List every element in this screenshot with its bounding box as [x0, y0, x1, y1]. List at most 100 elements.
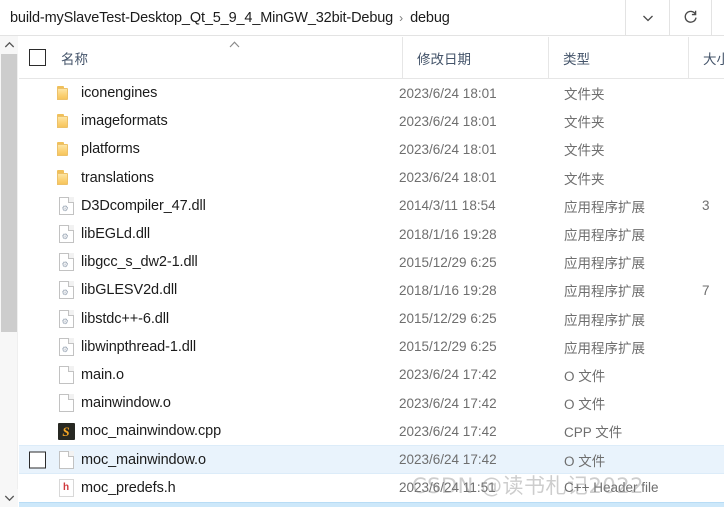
file-type: 应用程序扩展	[564, 256, 645, 272]
file-list[interactable]: iconengines 2023/6/24 18:01 文件夹 imageformat…	[19, 79, 724, 507]
file-date-modified: 2023/6/24 18:01	[399, 85, 497, 101]
column-header-type[interactable]: 类型	[548, 37, 688, 78]
file-date-modified: 2023/6/24 17:42	[399, 423, 497, 439]
file-row[interactable]: imageformats 2023/6/24 18:01 文件夹	[19, 107, 724, 135]
file-row[interactable]: platforms 2023/6/24 18:01 文件夹	[19, 135, 724, 163]
file-row[interactable]: h moc_predefs.h 2023/6/24 11:51 C++ Header …	[19, 474, 724, 502]
file-type: O 文件	[564, 368, 606, 384]
file-row[interactable]: iconengines 2023/6/24 18:01 文件夹	[19, 79, 724, 107]
file-type: CPP 文件	[564, 425, 623, 441]
file-name[interactable]: mainwindow.o	[81, 395, 399, 411]
generic-file-icon	[58, 365, 74, 384]
column-header-row: 名称 修改日期 类型 大小	[19, 37, 724, 79]
file-row[interactable]: ⚙ libstdc++-6.dll 2015/12/29 6:25 应用程序扩展	[19, 305, 724, 333]
file-type: 应用程序扩展	[564, 199, 645, 215]
file-type-icon	[56, 111, 76, 131]
file-row[interactable]: mainwindow.o 2023/6/24 17:42 O 文件	[19, 389, 724, 417]
breadcrumb[interactable]: build-mySlaveTest-Desktop_Qt_5_9_4_MinGW…	[0, 0, 626, 35]
file-name[interactable]: libEGLd.dll	[81, 226, 399, 242]
file-name[interactable]: D3Dcompiler_47.dll	[81, 198, 399, 214]
row-checkbox[interactable]	[29, 451, 46, 469]
file-row[interactable]: Smoc_mainwindow.cpp 2023/6/24 17:42 CPP 文件	[19, 417, 724, 445]
file-row[interactable]: ⚙ libwinpthread-1.dll 2015/12/29 6:25 应用程序扩…	[19, 333, 724, 361]
select-all-checkbox[interactable]	[29, 49, 46, 66]
file-name[interactable]: iconengines	[81, 85, 399, 101]
dll-file-icon: ⚙	[58, 253, 74, 272]
file-type: 应用程序扩展	[564, 340, 645, 356]
column-header-size[interactable]: 大小	[688, 37, 724, 78]
file-type-icon	[56, 365, 76, 385]
breadcrumb-separator-icon: ›	[399, 10, 404, 25]
file-name[interactable]: moc_mainwindow.cpp	[81, 423, 399, 439]
file-date-modified: 2014/3/11 18:54	[399, 198, 496, 214]
refresh-button[interactable]	[670, 0, 712, 35]
file-name[interactable]: libwinpthread-1.dll	[81, 339, 399, 355]
file-date-modified: 2023/6/24 18:01	[399, 170, 497, 186]
file-name[interactable]: imageformats	[81, 113, 399, 129]
file-type-icon: ⚙	[56, 309, 76, 329]
scroll-up-button[interactable]	[0, 36, 18, 54]
column-header-name-label: 名称	[61, 51, 88, 67]
file-type: 应用程序扩展	[564, 312, 645, 328]
scroll-down-button[interactable]	[0, 489, 18, 507]
file-type-icon: ⚙	[56, 196, 76, 216]
file-name[interactable]: libstdc++-6.dll	[81, 311, 399, 327]
dll-file-icon: ⚙	[58, 225, 74, 244]
breadcrumb-segment-folder[interactable]: build-mySlaveTest-Desktop_Qt_5_9_4_MinGW…	[10, 10, 393, 26]
file-size: 7	[702, 282, 710, 298]
sublime-text-icon: S	[57, 422, 75, 440]
file-type-icon: ⚙	[56, 224, 76, 244]
file-type-icon: ⚙	[56, 252, 76, 272]
file-name[interactable]: libGLESV2d.dll	[81, 282, 399, 298]
file-type-icon	[56, 83, 76, 103]
file-date-modified: 2015/12/29 6:25	[399, 311, 497, 327]
file-date-modified: 2023/6/24 18:01	[399, 113, 497, 129]
vertical-scrollbar[interactable]	[0, 36, 18, 507]
file-row[interactable]: ⚙ libgcc_s_dw2-1.dll 2015/12/29 6:25 应用程序扩展	[19, 248, 724, 276]
dll-file-icon: ⚙	[58, 281, 74, 300]
caret-up-icon	[229, 41, 240, 48]
file-name[interactable]: platforms	[81, 141, 399, 157]
file-type: 文件夹	[564, 87, 605, 103]
address-history-dropdown-button[interactable]	[626, 0, 670, 35]
file-date-modified: 2023/6/24 17:42	[399, 452, 497, 468]
generic-file-icon	[58, 450, 74, 469]
file-date-modified: 2023/6/24 17:42	[399, 395, 497, 411]
cpp-header-icon: h	[58, 478, 74, 497]
file-date-modified: 2023/6/24 18:01	[399, 141, 497, 157]
file-row[interactable]: ⚙ libGLESV2d.dll 2018/1/16 19:28 应用程序扩展 7	[19, 276, 724, 304]
breadcrumb-segment-debug[interactable]: debug	[410, 10, 450, 26]
file-type: 文件夹	[564, 171, 605, 187]
file-type: O 文件	[564, 453, 606, 469]
file-type: O 文件	[564, 397, 606, 413]
sort-ascending-caret-icon	[228, 40, 241, 49]
refresh-icon	[684, 10, 697, 23]
file-type-icon: ⚙	[56, 337, 76, 357]
file-type: C++ Header file	[564, 480, 659, 496]
file-date-modified: 2015/12/29 6:25	[399, 339, 497, 355]
file-row[interactable]: ⚙ libEGLd.dll 2018/1/16 19:28 应用程序扩展	[19, 220, 724, 248]
folder-icon	[57, 85, 75, 101]
file-date-modified: 2018/1/16 19:28	[399, 282, 497, 298]
generic-file-icon	[58, 394, 74, 413]
file-name[interactable]: translations	[81, 170, 399, 186]
scrollbar-thumb[interactable]	[1, 54, 17, 332]
file-name[interactable]: libgcc_s_dw2-1.dll	[81, 254, 399, 270]
file-date-modified: 2023/6/24 11:51	[399, 480, 496, 496]
file-name[interactable]: main.o	[81, 367, 399, 383]
file-row[interactable]: ⚙ D3Dcompiler_47.dll 2014/3/11 18:54 应用程序扩展…	[19, 192, 724, 220]
file-date-modified: 2018/1/16 19:28	[399, 226, 497, 242]
column-header-date-modified[interactable]: 修改日期	[402, 37, 548, 78]
file-row[interactable]: mySlaveTest.exe2023/6/24 17:42应用程序	[19, 501, 724, 507]
address-bar-end-spacer	[712, 0, 724, 35]
file-row[interactable]: moc_mainwindow.o 2023/6/24 17:42 O 文件	[19, 445, 724, 474]
file-row[interactable]: translations 2023/6/24 18:01 文件夹	[19, 164, 724, 192]
file-name[interactable]: moc_mainwindow.o	[81, 452, 399, 468]
file-name[interactable]: moc_predefs.h	[81, 480, 399, 496]
file-row[interactable]: main.o 2023/6/24 17:42 O 文件	[19, 361, 724, 389]
dll-file-icon: ⚙	[58, 309, 74, 328]
file-type: 应用程序扩展	[564, 284, 645, 300]
file-size: 3	[702, 198, 710, 214]
file-type: 文件夹	[564, 115, 605, 131]
column-header-name[interactable]: 名称	[29, 37, 402, 78]
